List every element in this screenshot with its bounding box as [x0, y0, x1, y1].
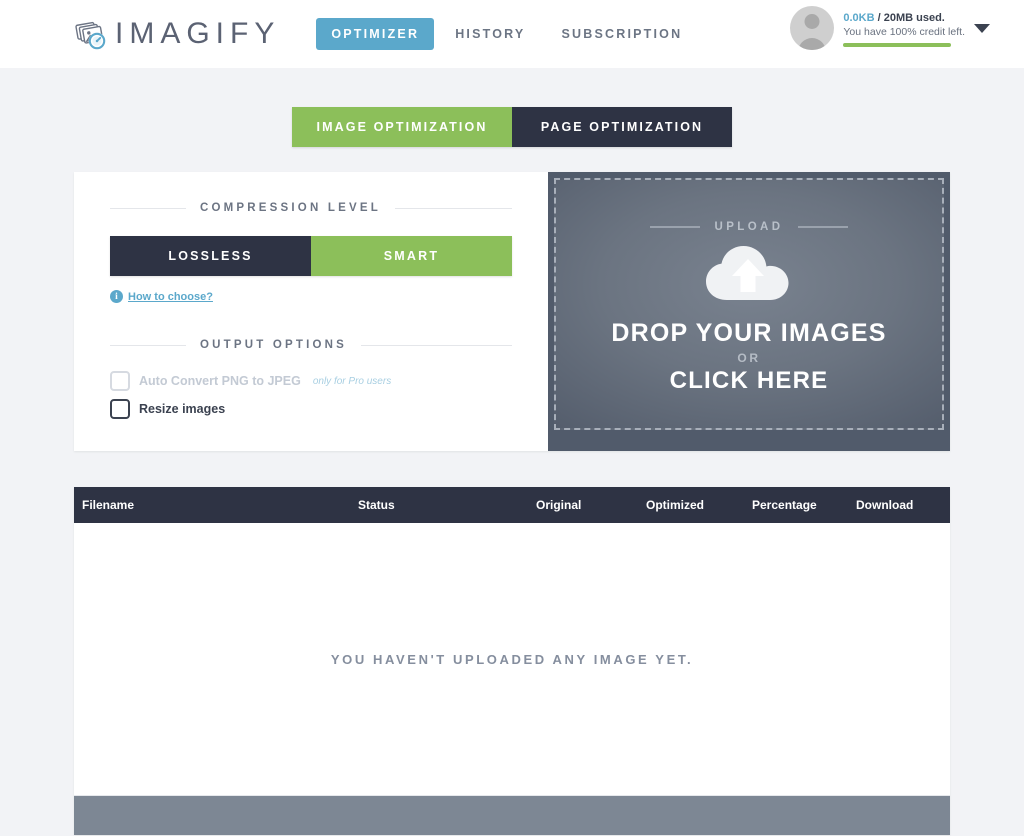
tab-image-optimization[interactable]: IMAGE OPTIMIZATION: [292, 107, 512, 147]
account-credit-widget[interactable]: 0.0KB / 20MB used. You have 100% credit …: [790, 4, 990, 50]
column-header-original: Original: [536, 498, 582, 512]
dropzone-click-text[interactable]: CLICK HERE: [670, 369, 829, 393]
optimization-mode-tabs: IMAGE OPTIMIZATION PAGE OPTIMIZATION: [292, 107, 732, 147]
column-header-status: Status: [358, 498, 395, 512]
option-row-resize-images: Resize images: [110, 399, 512, 419]
divider-right: [361, 344, 512, 346]
user-avatar-icon[interactable]: [790, 6, 835, 50]
label-auto-convert-png-to-jpeg: Auto Convert PNG to JPEG: [139, 374, 301, 388]
results-table-body: YOU HAVEN'T UPLOADED ANY IMAGE YET.: [74, 523, 950, 795]
tab-page-optimization[interactable]: PAGE OPTIMIZATION: [512, 107, 732, 147]
dropzone-or-text: OR: [737, 351, 761, 365]
brand-logo[interactable]: IMAGIFY: [74, 17, 280, 51]
nav-item-optimizer[interactable]: OPTIMIZER: [316, 18, 435, 50]
cloud-upload-icon: [706, 246, 789, 300]
credit-usage-line: 0.0KB / 20MB used.: [843, 11, 965, 25]
how-to-choose-row[interactable]: i How to choose?: [110, 290, 512, 303]
output-options-header: OUTPUT OPTIONS: [110, 339, 512, 351]
checkbox-auto-convert-png-to-jpeg: [110, 371, 130, 391]
chevron-down-icon[interactable]: [974, 24, 990, 33]
compression-option-smart[interactable]: SMART: [311, 236, 512, 276]
credit-remaining-label: You have 100% credit left.: [843, 26, 965, 38]
divider-left: [110, 344, 186, 346]
column-header-optimized: Optimized: [646, 498, 705, 512]
upload-panel: UPLOAD DROP YOUR IMAGES OR CLICK HERE: [548, 172, 950, 451]
compression-option-lossless[interactable]: LOSSLESS: [110, 236, 311, 276]
divider-right: [394, 207, 512, 209]
credit-progress-fill: [843, 43, 952, 47]
upload-heading: UPLOAD: [714, 221, 784, 233]
dropzone-main-text: DROP YOUR IMAGES: [611, 319, 887, 347]
label-resize-images: Resize images: [139, 402, 226, 416]
credit-used-value: 0.0KB: [843, 12, 875, 24]
checkbox-resize-images[interactable]: [110, 399, 130, 419]
results-table-header: Filename Status Original Optimized Perce…: [74, 487, 950, 523]
compression-level-toggle: LOSSLESS SMART: [110, 236, 512, 276]
output-options-title: OUTPUT OPTIONS: [200, 339, 348, 351]
settings-panel: COMPRESSION LEVEL LOSSLESS SMART i How t…: [74, 172, 548, 451]
divider-right: [798, 226, 849, 228]
how-to-choose-link[interactable]: How to choose?: [128, 291, 213, 303]
column-header-filename: Filename: [82, 498, 135, 512]
results-table-footer: [74, 795, 950, 835]
option-row-auto-convert: Auto Convert PNG to JPEG only for Pro us…: [110, 371, 512, 391]
nav-item-history[interactable]: HISTORY: [440, 18, 540, 50]
compression-level-header: COMPRESSION LEVEL: [110, 202, 512, 214]
credit-text-block: 0.0KB / 20MB used. You have 100% credit …: [843, 4, 965, 47]
compression-level-title: COMPRESSION LEVEL: [200, 202, 381, 214]
info-icon: i: [110, 290, 123, 303]
divider-left: [110, 207, 186, 209]
nav-item-subscription[interactable]: SUBSCRIPTION: [546, 18, 697, 50]
note-pro-users-only: only for Pro users: [312, 375, 392, 387]
upload-heading-row: UPLOAD: [649, 221, 849, 233]
divider-left: [649, 226, 700, 228]
column-header-percentage: Percentage: [752, 498, 817, 512]
column-header-download: Download: [856, 498, 914, 512]
upload-dropzone[interactable]: UPLOAD DROP YOUR IMAGES OR CLICK HERE: [554, 178, 944, 430]
credit-quota-value: / 20MB used.: [877, 12, 945, 24]
credit-progress-bar: [843, 43, 952, 47]
main-navigation: OPTIMIZER HISTORY SUBSCRIPTION: [316, 18, 697, 50]
results-table: Filename Status Original Optimized Perce…: [74, 487, 950, 835]
app-header: IMAGIFY OPTIMIZER HISTORY SUBSCRIPTION 0…: [0, 0, 1024, 68]
brand-name: IMAGIFY: [115, 17, 281, 50]
imagify-logo-icon: [75, 21, 106, 50]
empty-state-message: YOU HAVEN'T UPLOADED ANY IMAGE YET.: [330, 651, 694, 667]
settings-card: COMPRESSION LEVEL LOSSLESS SMART i How t…: [74, 172, 950, 451]
